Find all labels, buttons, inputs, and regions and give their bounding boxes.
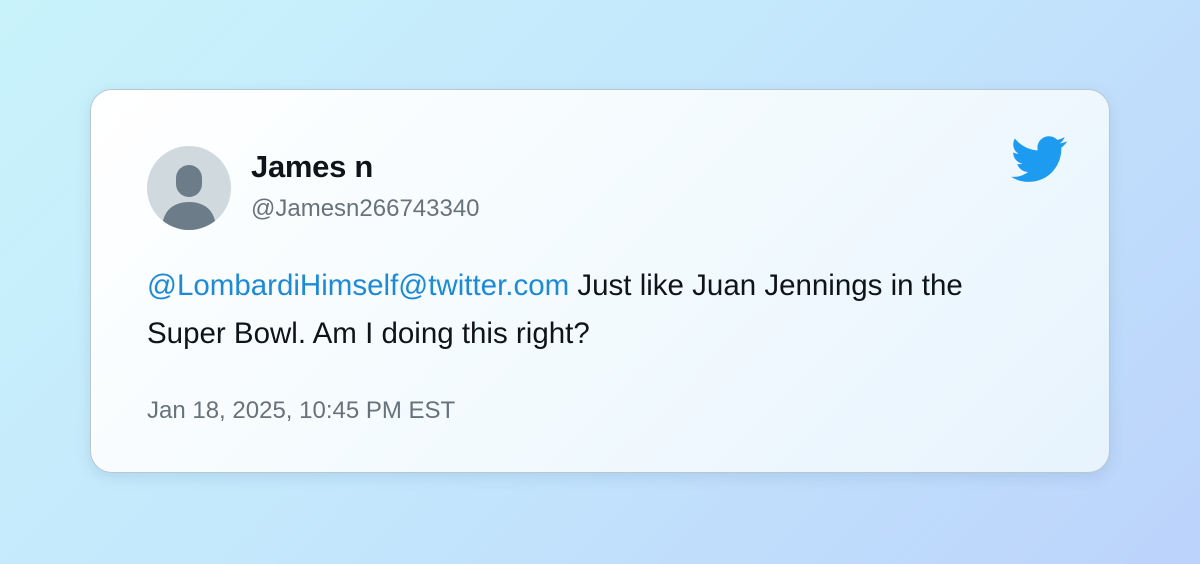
tweet-timestamp[interactable]: Jan 18, 2025, 10:45 PM EST <box>147 397 455 425</box>
tweet-card: James n @Jamesn266743340 @LombardiHimsel… <box>90 89 1110 473</box>
twitter-bird-icon <box>1011 136 1067 182</box>
person-icon <box>162 165 216 230</box>
mention-link[interactable]: @LombardiHimself@twitter.com <box>147 269 569 302</box>
author-handle[interactable]: @Jamesn266743340 <box>251 195 480 223</box>
tweet-text: @LombardiHimself@twitter.com Just like J… <box>147 262 1047 358</box>
author-name[interactable]: James n <box>251 149 373 185</box>
avatar[interactable] <box>147 146 231 230</box>
